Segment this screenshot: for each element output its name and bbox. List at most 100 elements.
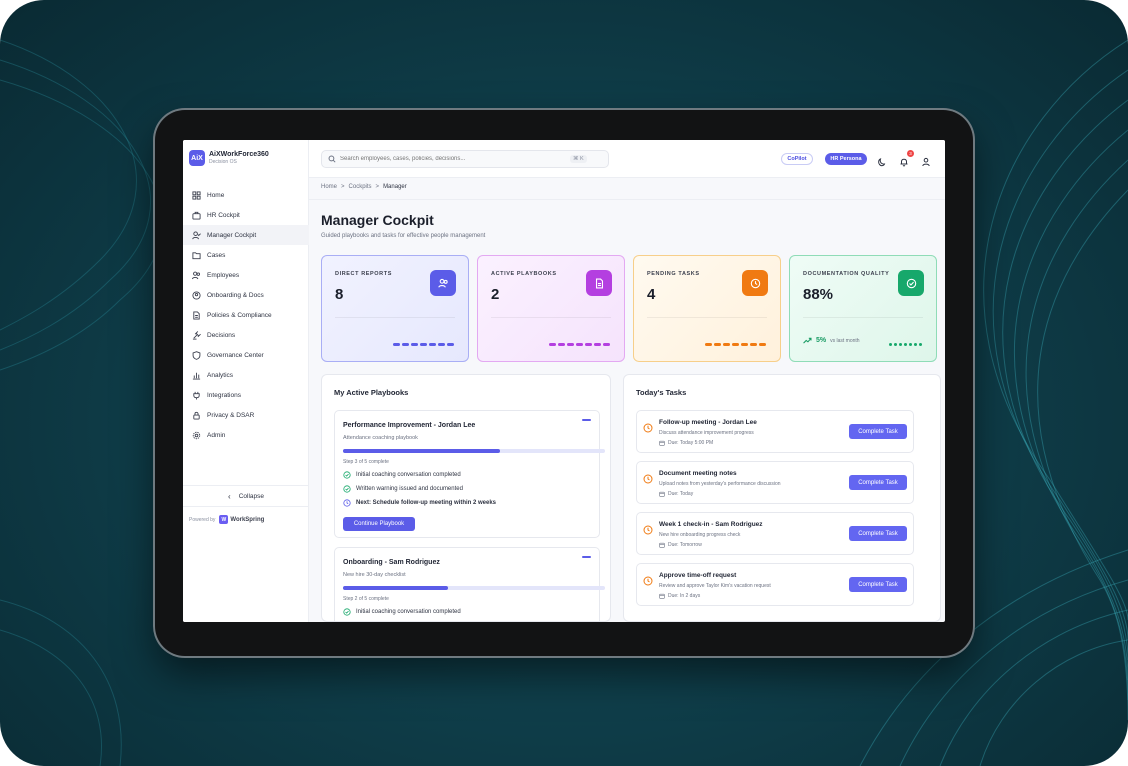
sidebar-item-label: Employees (207, 271, 240, 279)
brand-text: AiXWorkForce360 Decision OS (209, 151, 269, 166)
step-text: Initial coaching conversation completed (356, 609, 461, 615)
task-item[interactable]: Follow-up meeting - Jordan Lee Discuss a… (636, 410, 914, 453)
trend-up-icon (803, 337, 812, 344)
task-item[interactable]: Approve time-off request Review and appr… (636, 563, 914, 606)
top-header: ⌘ K CoPilot HR Persona 3 (309, 140, 945, 178)
sidebar-item-analytics[interactable]: Analytics (183, 365, 309, 385)
user-menu-button[interactable] (921, 154, 931, 167)
stat-label: PENDING TASKS (647, 271, 700, 277)
stat-label: ACTIVE PLAYBOOKS (491, 271, 557, 277)
collapse-button[interactable]: ‹ Collapse (183, 485, 309, 507)
progress-fill (343, 586, 448, 590)
stat-value: 2 (491, 286, 500, 303)
bar-chart-icon (191, 370, 201, 380)
sidebar-item-cases[interactable]: Cases (183, 245, 309, 265)
task-due: Due: In 2 days (659, 593, 700, 599)
dark-mode-toggle[interactable] (877, 154, 887, 167)
check-circle-icon (343, 471, 351, 479)
playbook-progress-bar (343, 449, 605, 453)
stat-value: 4 (647, 286, 656, 303)
copilot-button[interactable]: CoPilot (781, 153, 813, 165)
document-icon (586, 270, 612, 296)
sidebar-item-label: Manager Cockpit (207, 231, 257, 239)
sidebar-item-hr-cockpit[interactable]: HR Cockpit (183, 205, 309, 225)
clock-icon (643, 471, 653, 484)
task-title: Follow-up meeting - Jordan Lee (659, 419, 757, 426)
task-due: Due: Today 5:00 PM (659, 440, 713, 446)
stat-sparkline (887, 343, 922, 346)
complete-task-button[interactable]: Complete Task (849, 577, 907, 592)
stat-value: 8 (335, 286, 344, 303)
stat-card-pending-tasks[interactable]: PENDING TASKS 4 (633, 255, 781, 362)
stat-sparkline (547, 343, 610, 346)
sidebar-item-label: Admin (207, 431, 226, 439)
continue-playbook-button[interactable]: Continue Playbook (343, 517, 415, 531)
task-description: Upload notes from yesterday's performanc… (659, 481, 781, 487)
trend-indicator: 5% vs last month (803, 337, 860, 344)
sidebar-item-admin[interactable]: Admin (183, 425, 309, 445)
task-item[interactable]: Document meeting notes Upload notes from… (636, 461, 914, 504)
sidebar-item-onboarding[interactable]: Onboarding & Docs (183, 285, 309, 305)
playbook-name: Performance Improvement - Jordan Lee (343, 422, 476, 429)
chevron-left-icon: ‹ (228, 491, 231, 501)
sidebar-item-label: Governance Center (207, 351, 264, 359)
brand-name: AiXWorkForce360 (209, 150, 269, 158)
playbook-step-item-next: Next: Schedule follow-up meeting within … (343, 499, 496, 507)
task-due-text: Due: In 2 days (668, 593, 701, 599)
breadcrumb-home[interactable]: Home (321, 184, 337, 190)
task-description: Discuss attendance improvement progress (659, 430, 754, 436)
playbook-menu-indicator[interactable] (582, 419, 591, 421)
search-box[interactable]: ⌘ K (321, 150, 609, 168)
sidebar-item-label: Integrations (207, 391, 241, 399)
sidebar-item-policies[interactable]: Policies & Compliance (183, 305, 309, 325)
playbook-step: Step 3 of 5 complete (343, 459, 389, 465)
breadcrumb-separator: > (341, 184, 345, 190)
sidebar-item-privacy[interactable]: Privacy & DSAR (183, 405, 309, 425)
sidebar-item-label: HR Cockpit (207, 211, 240, 219)
sidebar-item-label: Analytics (207, 371, 234, 379)
sidebar-item-governance[interactable]: Governance Center (183, 345, 309, 365)
sidebar-item-label: Cases (207, 251, 226, 259)
complete-task-button[interactable]: Complete Task (849, 424, 907, 439)
clock-icon (643, 522, 653, 535)
sidebar-item-label: Decisions (207, 331, 236, 339)
breadcrumb: Home > Cockpits > Manager (321, 184, 411, 190)
search-input[interactable] (340, 156, 570, 162)
lock-icon (191, 410, 201, 420)
sidebar-item-manager-cockpit[interactable]: Manager Cockpit (183, 225, 309, 245)
task-due-text: Due: Today 5:00 PM (668, 440, 714, 446)
powered-by: Powered by W WorkSpring (189, 515, 264, 524)
playbook-step: Step 2 of 5 complete (343, 596, 389, 602)
search-icon (328, 155, 336, 163)
complete-task-button[interactable]: Complete Task (849, 526, 907, 541)
users-icon (430, 270, 456, 296)
persona-badge[interactable]: HR Persona (825, 153, 867, 165)
stat-card-direct-reports[interactable]: DIRECT REPORTS 8 (321, 255, 469, 362)
workspring-name: WorkSpring (230, 516, 265, 523)
stat-card-documentation-quality[interactable]: DOCUMENTATION QUALITY 88% 5% vs last mon… (789, 255, 937, 362)
playbook-card[interactable]: Performance Improvement - Jordan Lee Att… (334, 410, 605, 538)
complete-task-button[interactable]: Complete Task (849, 475, 907, 490)
stat-card-active-playbooks[interactable]: ACTIVE PLAYBOOKS 2 (477, 255, 625, 362)
check-circle-icon (898, 270, 924, 296)
sidebar-item-integrations[interactable]: Integrations (183, 385, 309, 405)
app-screen: AiX AiXWorkForce360 Decision OS Home HR … (183, 140, 945, 622)
briefcase-icon (191, 210, 201, 220)
task-due: Due: Tomorrow (659, 542, 702, 548)
sidebar-item-label: Home (207, 191, 225, 199)
brand[interactable]: AiX AiXWorkForce360 Decision OS (189, 150, 269, 166)
document-icon (191, 310, 201, 320)
breadcrumb-cockpits[interactable]: Cockpits (349, 184, 372, 190)
sidebar: AiX AiXWorkForce360 Decision OS Home HR … (183, 140, 309, 622)
user-check-icon (191, 230, 201, 240)
playbook-menu-indicator[interactable] (582, 556, 591, 558)
calendar-icon (659, 593, 665, 599)
sidebar-item-home[interactable]: Home (183, 185, 309, 205)
sidebar-item-employees[interactable]: Employees (183, 265, 309, 285)
task-item[interactable]: Week 1 check-in - Sam Rodriguez New hire… (636, 512, 914, 555)
brand-subtitle: Decision OS (209, 158, 237, 165)
sidebar-item-decisions[interactable]: Decisions (183, 325, 309, 345)
page-title: Manager Cockpit (321, 212, 434, 228)
powered-by-text: Powered by (189, 516, 216, 523)
playbook-card[interactable]: Onboarding - Sam Rodriguez New hire 30-d… (334, 547, 605, 621)
